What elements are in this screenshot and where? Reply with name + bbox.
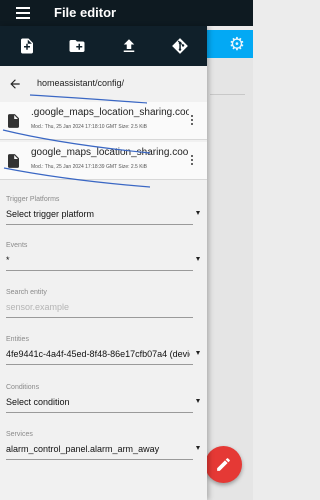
services-value: alarm_control_panel.alarm_arm_away — [6, 444, 160, 454]
file-list-item[interactable]: .google_maps_location_sharing.cookies Mo… — [0, 102, 207, 140]
services-label: Services — [6, 431, 33, 438]
file-toolbar — [0, 26, 207, 66]
file-browser-drawer: homeassistant/config/ .google_maps_locat… — [0, 26, 207, 500]
file-meta: Mod.: Thu, 25 Jan 2024 17:18:10 GMT Size… — [31, 124, 147, 130]
conditions-select[interactable]: Conditions Select condition — [6, 384, 202, 413]
conditions-value: Select condition — [6, 397, 70, 407]
field-underline — [6, 412, 193, 413]
trigger-platform-label: Trigger Platforms — [6, 196, 60, 203]
trigger-platform-select[interactable]: Trigger Platforms Select trigger platfor… — [6, 196, 202, 225]
background-input-line — [210, 94, 245, 95]
app-title: File editor — [54, 5, 117, 20]
folder-plus-icon — [69, 40, 85, 52]
entities-select[interactable]: Entities 4fe9441c-4a4f-45ed-8f48-86e17cf… — [6, 336, 202, 365]
file-meta: Mod.: Thu, 25 Jan 2024 17:18:39 GMT Size… — [31, 164, 147, 170]
chevron-down-icon — [196, 399, 200, 403]
upload-button[interactable] — [120, 37, 138, 55]
file-name: .google_maps_location_sharing.cookies — [31, 107, 189, 118]
field-underline — [6, 459, 193, 460]
gear-icon[interactable]: ⚙ — [227, 34, 247, 54]
app-titlebar: File editor — [0, 0, 253, 26]
file-document-icon — [8, 154, 19, 168]
events-select[interactable]: Events * — [6, 242, 202, 271]
file-document-icon — [8, 114, 19, 128]
chevron-down-icon — [196, 446, 200, 450]
search-entity-field[interactable]: Search entity sensor.example — [6, 289, 202, 318]
conditions-label: Conditions — [6, 384, 40, 391]
trigger-platform-value: Select trigger platform — [6, 209, 95, 219]
edit-fab-button[interactable] — [205, 446, 242, 483]
file-name: google_maps_location_sharing.cookies — [31, 147, 189, 158]
field-underline — [6, 270, 193, 271]
chevron-down-icon — [196, 211, 200, 215]
git-icon — [172, 38, 188, 54]
events-label: Events — [6, 242, 28, 249]
field-underline — [6, 364, 193, 365]
events-value: * — [6, 255, 10, 265]
upload-icon — [123, 39, 135, 52]
chevron-down-icon — [196, 351, 200, 355]
file-list-item[interactable]: google_maps_location_sharing.cookies Mod… — [0, 142, 207, 180]
menu-icon[interactable] — [16, 7, 30, 19]
search-entity-input[interactable]: sensor.example — [6, 302, 69, 312]
new-file-button[interactable] — [18, 37, 36, 55]
git-button[interactable] — [171, 37, 189, 55]
dots-vertical-icon[interactable] — [191, 115, 194, 127]
field-underline — [6, 224, 193, 225]
new-folder-button[interactable] — [68, 37, 86, 55]
chevron-down-icon — [196, 257, 200, 261]
entities-value: 4fe9441c-4a4f-45ed-8f48-86e17cfb07a4 (de… — [6, 349, 190, 359]
search-entity-label: Search entity — [6, 289, 47, 296]
field-underline — [6, 317, 193, 318]
file-plus-icon — [21, 38, 33, 54]
pencil-icon — [217, 458, 230, 471]
services-select[interactable]: Services alarm_control_panel.alarm_arm_a… — [6, 431, 202, 460]
current-path: homeassistant/config/ — [37, 78, 125, 88]
screen: ⚙ File editor homeassistant/config/ .goo… — [0, 0, 253, 500]
dots-vertical-icon[interactable] — [191, 155, 194, 167]
arrow-left-icon[interactable] — [8, 77, 22, 91]
entities-label: Entities — [6, 336, 29, 343]
